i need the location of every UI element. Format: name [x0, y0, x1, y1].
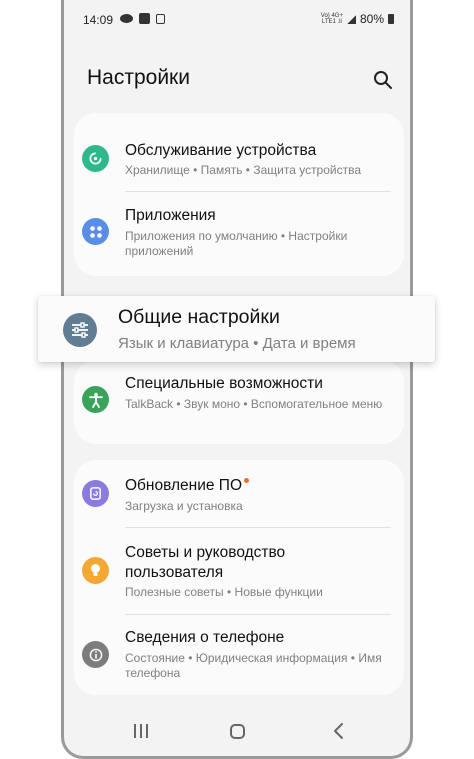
back-icon[interactable] [331, 722, 347, 740]
home-icon[interactable] [230, 724, 245, 739]
update-badge-icon [244, 478, 249, 483]
settings-item-software-update[interactable]: Обновление ПО Загрузка и установка [74, 460, 404, 527]
settings-group-3: Обновление ПО Загрузка и установка Совет… [74, 460, 404, 695]
item-subtitle: Приложения по умолчанию • Настройки прил… [125, 229, 348, 258]
item-subtitle: TalkBack • Звук моно • Вспомогательное м… [125, 397, 383, 411]
network-indicator: Vo) 4G+ LTE1 .ll [320, 13, 343, 25]
settings-item-general-management[interactable]: Общие настройки Язык и клавиатура • Дата… [38, 296, 435, 362]
settings-item-apps[interactable]: Приложения Приложения по умолчанию • Нас… [74, 192, 404, 276]
apps-icon [82, 218, 109, 245]
item-subtitle: Язык и клавиатура • Дата и время [118, 335, 356, 352]
item-subtitle: Состояние • Юридическая информация • Имя… [125, 651, 382, 680]
device-care-icon [82, 145, 109, 172]
settings-item-about-phone[interactable]: Сведения о телефоне Состояние • Юридичес… [74, 615, 404, 695]
lock-icon [156, 13, 165, 24]
battery-icon [388, 14, 394, 24]
status-time: 14:09 [83, 13, 114, 27]
recent-apps-icon[interactable] [134, 724, 148, 738]
general-management-icon [63, 313, 97, 347]
about-phone-icon [82, 641, 109, 668]
status-bar: 14:09 Vo) 4G+ LTE1 .ll 80% [64, 0, 410, 40]
item-title-text: Обновление ПО [125, 477, 242, 494]
item-title: Специальные возможности [125, 375, 323, 392]
item-title: Обслуживание устройства [125, 142, 317, 159]
item-title: Общие настройки [118, 306, 280, 328]
item-title: Советы и руководство пользователя [125, 544, 286, 581]
item-title: Обновление ПО [125, 476, 385, 496]
notification-icons [120, 13, 165, 24]
phone-screen: 14:09 Vo) 4G+ LTE1 .ll 80% Настройки Обс… [61, 0, 413, 759]
software-update-icon [82, 480, 109, 507]
battery-level: 80% [359, 12, 384, 26]
item-subtitle: Полезные советы • Новые функции [125, 585, 323, 599]
settings-item-device-care[interactable]: Обслуживание устройства Хранилище • Памя… [74, 113, 404, 191]
settings-item-accessibility[interactable]: Специальные возможности TalkBack • Звук … [74, 360, 404, 444]
item-title: Приложения [125, 207, 216, 224]
settings-group-1: Обслуживание устройства Хранилище • Памя… [74, 113, 404, 276]
search-icon[interactable] [373, 70, 393, 90]
settings-item-tips[interactable]: Советы и руководство пользователя Полезн… [74, 528, 404, 614]
notification-bubble-icon [120, 14, 133, 23]
notification-check-icon [139, 13, 150, 24]
tips-icon [82, 557, 109, 584]
page-title: Настройки [87, 66, 190, 89]
item-subtitle: Загрузка и установка [125, 499, 243, 513]
accessibility-icon [82, 386, 109, 413]
settings-group-2: Специальные возможности TalkBack • Звук … [74, 360, 404, 444]
status-right: Vo) 4G+ LTE1 .ll 80% [321, 12, 394, 26]
signal-icon [346, 14, 356, 24]
item-title: Сведения о телефоне [125, 629, 285, 646]
item-subtitle: Хранилище • Память • Защита устройства [125, 163, 362, 177]
navigation-bar [64, 706, 410, 756]
